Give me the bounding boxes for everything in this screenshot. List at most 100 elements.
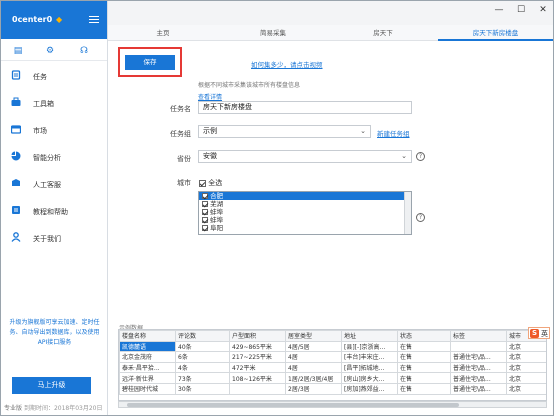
scrollbar-thumb[interactable] <box>127 403 459 407</box>
table-cell[interactable] <box>450 340 507 353</box>
analysis-icon <box>11 151 21 161</box>
table-row[interactable]: 凯德麓语 40条 429~865平米 4居/5居 [县][-]京浙高... 在售… <box>119 340 546 353</box>
table-cell[interactable]: 472平米 <box>229 361 286 374</box>
table-cell[interactable]: 4条 <box>175 361 230 374</box>
table-cell[interactable]: 30条 <box>175 382 230 395</box>
table-cell[interactable]: 碧桂园时代城 <box>119 382 176 395</box>
table-cell[interactable]: 普通住宅\品... <box>450 372 507 384</box>
support-icon <box>11 178 21 188</box>
minimize-icon[interactable]: — <box>493 5 505 15</box>
checkbox-checked-icon <box>199 179 206 187</box>
table-cell[interactable]: [房加]燕郊益... <box>341 382 398 395</box>
table-cell[interactable]: [昌平]拓城地... <box>341 361 398 374</box>
upgrade-button[interactable]: 马上升级 <box>12 377 91 394</box>
maximize-icon[interactable]: ☐ <box>515 5 527 15</box>
tab-fang-new-houses[interactable]: 房天下新房楼盘 <box>438 25 553 41</box>
view-detail-link[interactable]: 查看详情 <box>198 92 222 101</box>
sidebar-item-label: 教程和帮助 <box>33 208 68 216</box>
table-cell[interactable]: 北京 <box>506 372 546 384</box>
table-cell[interactable]: 普通住宅\品... <box>450 361 507 374</box>
sidebar-item-market[interactable]: 市场 <box>1 117 107 143</box>
table-cell[interactable]: 在售 <box>397 351 451 363</box>
table-cell[interactable]: 2居/3居 <box>285 382 342 395</box>
table-row[interactable]: 碧桂园时代城 30条 2居/3居 [房加]燕郊益... 在售 普通住宅\品...… <box>119 382 546 395</box>
table-cell[interactable]: 4居 <box>285 351 342 363</box>
sidebar-item-task[interactable]: 任务 <box>1 63 107 89</box>
tutorial-video-link[interactable]: 如何集多少，请点击视频 <box>251 59 323 69</box>
new-task-group-link[interactable]: 新建任务组 <box>377 128 410 138</box>
column-header[interactable]: 状态 <box>397 330 451 342</box>
table-cell[interactable] <box>229 382 286 395</box>
table-cell[interactable]: 73条 <box>175 372 230 384</box>
table-cell[interactable]: 远洋·新仕界 <box>119 372 176 384</box>
sidebar-item-toolbox[interactable]: 工具箱 <box>1 90 107 116</box>
sidebar-item-tutorial[interactable]: 教程和帮助 <box>1 198 107 224</box>
table-cell[interactable]: 北京 <box>506 382 546 395</box>
table-cell[interactable]: [丰台]丰宋庄... <box>341 351 398 363</box>
table-cell[interactable]: 北京金茂府 <box>119 351 176 363</box>
ime-indicator[interactable]: S 英 <box>528 327 550 339</box>
headset-icon[interactable]: ☊ <box>79 46 89 56</box>
table-cell[interactable]: 普通住宅\品... <box>450 351 507 363</box>
city-list[interactable]: 合肥 芜湖 蚌埠 蚌埠 阜阳 <box>198 191 412 235</box>
table-cell[interactable]: 在售 <box>397 382 451 395</box>
list-item[interactable]: 合肥 <box>199 192 411 200</box>
table-cell[interactable]: 6条 <box>175 351 230 363</box>
task-name-input[interactable]: 房天下新房楼盘 <box>198 101 412 114</box>
tab-bar: 主页 简易采集 房天下 房天下新房楼盘 <box>108 25 553 41</box>
table-cell[interactable]: 普通住宅\品... <box>450 382 507 395</box>
close-icon[interactable]: ✕ <box>537 5 549 15</box>
table-row[interactable]: 北京金茂府 6条 217~225平米 4居 [丰台]丰宋庄... 在售 普通住宅… <box>119 351 546 363</box>
list-item[interactable]: 蚌埠 <box>199 208 411 216</box>
sidebar-item-about[interactable]: 关于我们 <box>1 225 107 251</box>
province-value: 安徽 <box>203 152 217 160</box>
sidebar-item-support[interactable]: 人工客服 <box>1 171 107 197</box>
table-cell[interactable]: 凯德麓语 <box>119 340 176 353</box>
table-cell[interactable]: 1居/2居/3居/4居 <box>285 372 342 384</box>
table-cell[interactable]: [房山]房乡大... <box>341 372 398 384</box>
tab-home[interactable]: 主页 <box>108 25 218 41</box>
province-select[interactable]: 安徽 ⌄ <box>198 150 412 163</box>
column-header[interactable]: 居室类型 <box>285 330 342 342</box>
expiry-date: 到期时间：2018年03月20日 <box>23 405 103 412</box>
task-group-select[interactable]: 示例 ⌄ <box>198 125 371 138</box>
city-list-scrollbar[interactable] <box>404 192 411 234</box>
column-header[interactable]: 评论数 <box>175 330 230 342</box>
select-all-checkbox[interactable]: 全选 <box>199 178 222 188</box>
table-cell[interactable]: 北京 <box>506 351 546 363</box>
list-item[interactable]: 芜湖 <box>199 200 411 208</box>
column-header[interactable]: 标签 <box>450 330 507 342</box>
tab-simple-collect[interactable]: 简易采集 <box>218 25 328 41</box>
save-button[interactable]: 保存 <box>125 55 175 70</box>
table-cell[interactable]: 108~126平米 <box>229 372 286 384</box>
table-cell[interactable]: 217~225平米 <box>229 351 286 363</box>
sidebar-item-analysis[interactable]: 智能分析 <box>1 144 107 170</box>
city-help-icon[interactable]: ? <box>416 213 425 222</box>
table-cell[interactable]: 在售 <box>397 372 451 384</box>
gear-icon[interactable]: ⚙ <box>45 46 55 56</box>
column-header[interactable]: 户型面积 <box>229 330 286 342</box>
hamburger-menu-icon[interactable] <box>89 16 99 24</box>
column-header[interactable]: 地址 <box>341 330 398 342</box>
table-horizontal-scrollbar[interactable] <box>118 401 547 408</box>
table-cell[interactable]: 泰禾·昌平拾... <box>119 361 176 374</box>
table-cell[interactable]: 在售 <box>397 340 451 353</box>
table-row[interactable]: 泰禾·昌平拾... 4条 472平米 4居 [昌平]拓城地... 在售 普通住宅… <box>119 361 546 374</box>
province-help-icon[interactable]: ? <box>416 152 425 161</box>
table-cell[interactable]: 北京 <box>506 340 546 353</box>
table-row[interactable]: 远洋·新仕界 73条 108~126平米 1居/2居/3居/4居 [房山]房乡大… <box>119 372 546 384</box>
sidebar-footer: 专业版 到期时间：2018年03月20日 <box>4 403 102 412</box>
clipboard-icon[interactable]: ▤ <box>13 46 23 56</box>
table-cell[interactable]: 4居 <box>285 361 342 374</box>
column-header[interactable]: 楼盘名称 <box>119 330 176 342</box>
table-cell[interactable]: 429~865平米 <box>229 340 286 353</box>
table-cell[interactable]: 4居/5居 <box>285 340 342 353</box>
table-cell[interactable]: 北京 <box>506 361 546 374</box>
table-cell[interactable]: 在售 <box>397 361 451 374</box>
list-item[interactable]: 阜阳 <box>199 224 411 232</box>
tab-fang[interactable]: 房天下 <box>328 25 438 41</box>
table-cell[interactable]: 40条 <box>175 340 230 353</box>
list-item[interactable]: 蚌埠 <box>199 216 411 224</box>
sidebar-item-label: 市场 <box>33 127 47 135</box>
table-cell[interactable]: [县][-]京浙高... <box>341 340 398 353</box>
